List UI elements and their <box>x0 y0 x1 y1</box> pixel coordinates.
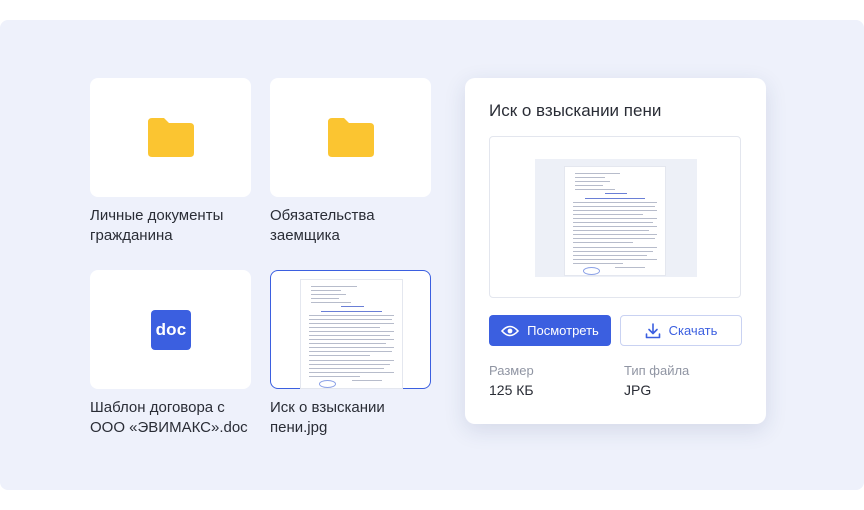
doc-icon: doc <box>151 310 191 350</box>
document-text-line <box>573 213 643 215</box>
document-text-line <box>309 371 394 373</box>
document-text-line <box>309 347 394 349</box>
document-text-line <box>309 318 392 320</box>
document-text-line <box>573 246 657 248</box>
stamp-mark <box>583 267 600 275</box>
document-text-line <box>311 294 347 296</box>
file-tile-contract-template[interactable]: doc <box>90 270 251 389</box>
document-text-line <box>573 222 653 223</box>
document-text-line <box>573 201 657 203</box>
document-text-line <box>573 254 647 256</box>
preview-image <box>565 167 665 275</box>
document-text-line <box>309 363 390 365</box>
details-title: Иск о взыскании пени <box>489 101 662 120</box>
document-text-line <box>309 367 384 369</box>
document-text-line <box>605 193 627 195</box>
document-text-line <box>585 197 645 199</box>
document-text-line <box>575 173 620 174</box>
document-text-line <box>309 339 394 341</box>
document-text-line <box>573 238 655 240</box>
document-text-line <box>573 230 649 232</box>
document-text-line <box>573 262 623 264</box>
document-text-line <box>575 177 605 179</box>
view-button[interactable]: Посмотреть <box>489 315 611 346</box>
download-button-label: Скачать <box>668 323 718 338</box>
document-text-line <box>351 379 382 381</box>
file-name: Иск о взыскании пени.jpg <box>270 399 385 436</box>
document-text-line <box>309 351 392 353</box>
document-text-line <box>309 326 380 328</box>
document-text-line <box>575 189 615 191</box>
download-button[interactable]: Скачать <box>620 315 742 346</box>
document-text-line <box>573 217 657 219</box>
document-text-line <box>573 258 657 260</box>
document-text-line <box>573 234 657 236</box>
document-text-line <box>309 355 370 357</box>
file-name: Обязательства заемщика <box>270 207 375 244</box>
size-label: Размер <box>489 363 534 378</box>
document-text-line <box>575 181 610 183</box>
document-text-line <box>311 286 357 287</box>
document-text-line <box>341 306 364 308</box>
document-text-line <box>311 290 342 292</box>
document-text-line <box>309 330 394 332</box>
document-text-line <box>309 375 360 377</box>
stamp-mark <box>319 380 337 388</box>
type-value: JPG <box>624 382 652 398</box>
size-value: 125 КБ <box>489 382 534 398</box>
document-text-line <box>309 359 394 361</box>
file-details-card: Иск о взыскании пени Посмотреть Скачать … <box>465 78 766 424</box>
document-text-line <box>573 226 657 228</box>
document-text-line <box>309 314 394 316</box>
document-text-line <box>573 209 657 211</box>
download-icon <box>645 322 660 338</box>
document-text-line <box>573 205 655 207</box>
image-thumbnail <box>301 280 402 388</box>
document-text-line <box>309 322 394 324</box>
document-text-line <box>575 185 603 187</box>
folder-tile-personal-documents[interactable] <box>90 78 251 197</box>
folder-icon <box>328 118 374 157</box>
folder-tile-borrower-obligations[interactable] <box>270 78 431 197</box>
document-text-line <box>311 298 340 300</box>
document-text-line <box>311 302 352 304</box>
document-text-line <box>321 310 382 312</box>
folder-icon <box>148 118 194 157</box>
document-text-line <box>615 266 645 268</box>
file-name: Личные документы гражданина <box>90 207 224 244</box>
type-label: Тип файла <box>624 363 690 378</box>
file-tile-claim-image[interactable] <box>270 270 431 389</box>
document-text-line <box>573 242 633 244</box>
document-text-line <box>309 335 390 336</box>
file-name: Шаблон договора с ООО «ЭВИМАКС».doc <box>90 399 248 436</box>
document-text-line <box>309 343 386 345</box>
file-preview[interactable] <box>489 136 741 298</box>
view-button-label: Посмотреть <box>527 323 599 338</box>
document-text-line <box>573 250 653 252</box>
eye-icon <box>501 325 520 336</box>
